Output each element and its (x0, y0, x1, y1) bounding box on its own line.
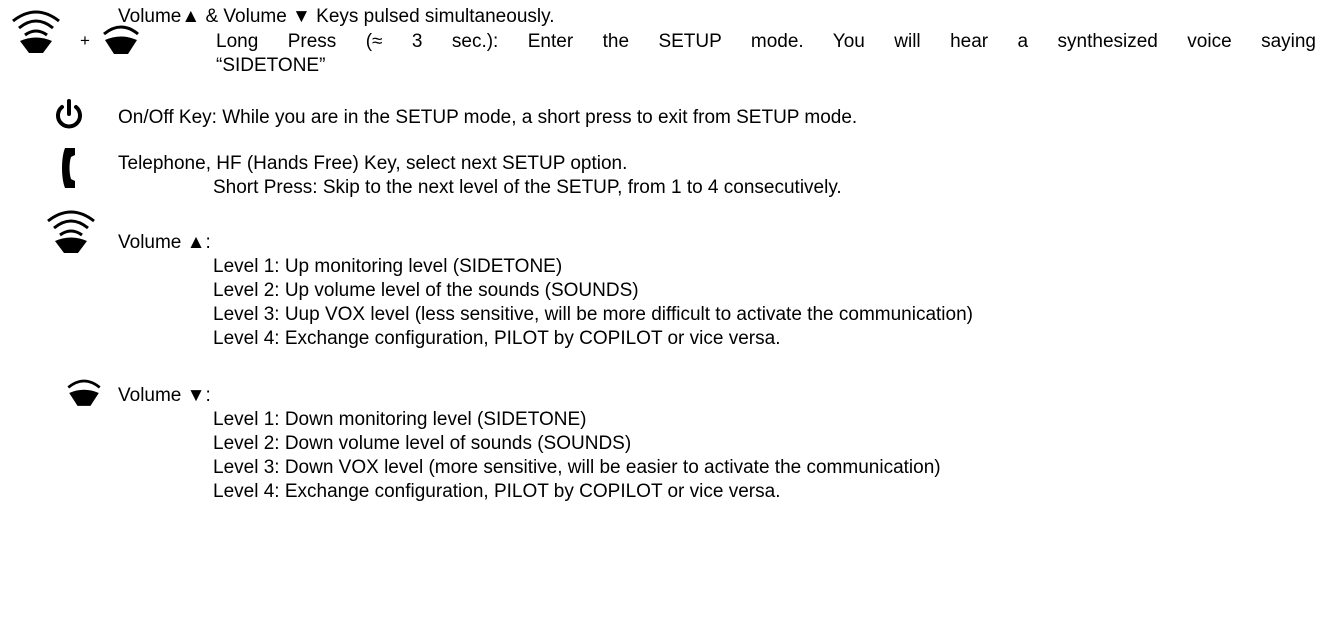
volume-up-level-1: Level 1: Up monitoring level (SIDETONE) (213, 256, 563, 277)
combo-heading: Volume▲ & Volume ▼ Keys pulsed simultane… (118, 6, 555, 27)
volume-up-heading: Volume ▲: (118, 232, 211, 253)
volume-down-level-2: Level 2: Down volume level of sounds (SO… (213, 433, 632, 454)
volume-down-level-3: Level 3: Down VOX level (more sensitive,… (213, 457, 941, 478)
phone-short-press: Short Press: Skip to the next level of t… (213, 177, 842, 198)
volume-up-level-4: Level 4: Exchange configuration, PILOT b… (213, 328, 781, 349)
volume-up-level-3: Level 3: Uup VOX level (less sensitive, … (213, 304, 973, 325)
plus-sign: + (80, 31, 90, 50)
volume-up-icon (10, 8, 62, 54)
volume-down-heading: Volume ▼: (118, 385, 211, 406)
phone-text: Telephone, HF (Hands Free) Key, select n… (118, 153, 628, 174)
volume-up-icon (45, 208, 97, 254)
volume-down-icon (60, 378, 108, 408)
telephone-icon (60, 146, 80, 190)
long-press-line2: “SIDETONE” (216, 55, 326, 76)
volume-down-level-1: Level 1: Down monitoring level (SIDETONE… (213, 409, 587, 430)
volume-down-level-4: Level 4: Exchange configuration, PILOT b… (213, 481, 781, 502)
volume-up-level-2: Level 2: Up volume level of the sounds (… (213, 280, 639, 301)
volume-down-icon (95, 24, 147, 56)
onoff-text: On/Off Key: While you are in the SETUP m… (118, 107, 858, 128)
power-icon (52, 99, 86, 133)
long-press-line1: Long Press (≈ 3 sec.): Enter the SETUP m… (216, 31, 1316, 52)
